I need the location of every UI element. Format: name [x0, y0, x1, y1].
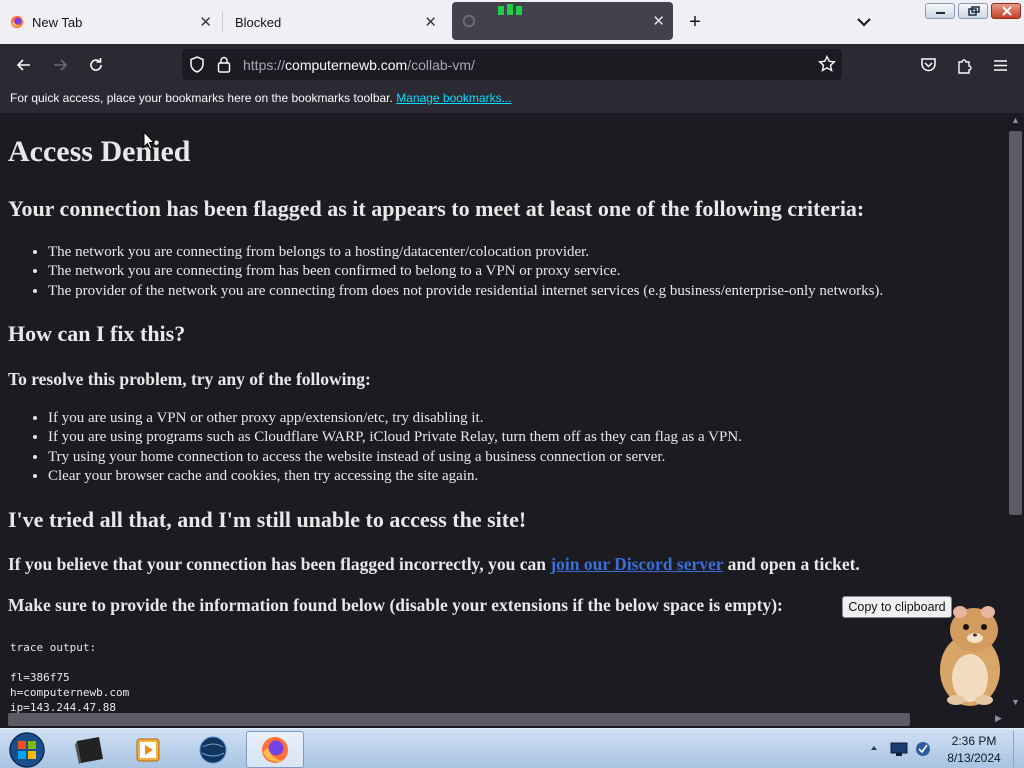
flagged-heading: Your connection has been flagged as it a… — [8, 196, 865, 221]
extensions-button[interactable] — [951, 52, 977, 78]
tab-new-tab[interactable]: New Tab ✕ — [0, 0, 220, 44]
chevron-down-icon[interactable] — [852, 10, 876, 34]
puzzle-piece-icon — [957, 58, 972, 74]
list-item: Clear your browser cache and cookies, th… — [48, 467, 742, 486]
globe-icon — [199, 736, 227, 763]
restore-button[interactable] — [958, 3, 988, 19]
new-tab-button[interactable]: + — [683, 10, 707, 34]
tab-blocked[interactable]: Blocked ✕ — [225, 0, 445, 44]
close-tab-icon[interactable]: ✕ — [199, 13, 212, 31]
connection-status-icon[interactable] — [914, 740, 932, 758]
horizontal-scroll-thumb[interactable] — [8, 713, 910, 726]
url-host: computernewb.com — [285, 57, 408, 73]
star-bookmark-icon[interactable] — [818, 55, 836, 73]
still-unable-heading: I've tried all that, and I'm still unabl… — [8, 507, 527, 532]
tab-loading-icon — [462, 14, 476, 28]
list-item: If you are using programs such as Cloudf… — [48, 428, 742, 447]
resolve-heading: To resolve this problem, try any of the … — [8, 369, 371, 389]
taskbar: 2:36 PM 8/13/2024 — [0, 728, 1024, 768]
url-text[interactable]: https://computernewb.com/collab-vm/ — [243, 57, 475, 73]
mouse-cursor-icon — [143, 131, 155, 150]
taskbar-app-firefox[interactable] — [246, 731, 304, 768]
criteria-list: The network you are connecting from belo… — [48, 243, 883, 301]
url-path: /collab-vm/ — [407, 57, 475, 73]
forward-button[interactable] — [47, 52, 73, 78]
clock-time[interactable]: 2:36 PM — [944, 734, 1004, 748]
reload-icon — [90, 58, 102, 71]
vertical-scroll-thumb[interactable] — [1009, 131, 1022, 515]
tab-title: New Tab — [32, 14, 83, 30]
hamster-image — [940, 606, 1000, 706]
url-bar[interactable]: https://computernewb.com/collab-vm/ — [182, 49, 842, 80]
close-tab-icon[interactable]: ✕ — [424, 13, 437, 31]
tab-active[interactable]: ✕ — [452, 2, 673, 40]
windows-start-orb-icon — [9, 731, 45, 768]
scroll-right-icon[interactable]: ▶ — [995, 713, 1002, 724]
list-item: If you are using a VPN or other proxy ap… — [48, 409, 742, 428]
hamburger-menu-icon — [993, 59, 1007, 71]
tab-title: Blocked — [235, 14, 282, 30]
discord-link[interactable]: join our Discord server — [550, 554, 723, 574]
scroll-down-icon[interactable]: ▼ — [1011, 697, 1020, 707]
network-monitor-icon[interactable] — [890, 741, 908, 757]
bookmarks-toolbar: For quick access, place your bookmarks h… — [0, 85, 1024, 113]
incorrect-flag-text: If you believe that your connection has … — [8, 554, 860, 575]
page-overlay-icon — [498, 4, 522, 15]
fix-heading: How can I fix this? — [8, 321, 186, 346]
taskbar-app-network[interactable] — [184, 731, 242, 768]
tab-separator — [222, 12, 223, 32]
list-item: The network you are connecting from has … — [48, 262, 883, 281]
tab-strip: New Tab ✕ Blocked ✕ ✕ + — [0, 0, 1024, 44]
shield-icon[interactable] — [189, 56, 205, 73]
taskbar-app-media-player[interactable] — [120, 731, 178, 768]
lock-icon[interactable] — [217, 56, 231, 73]
list-item: Try using your home connection to access… — [48, 448, 742, 467]
clock-date[interactable]: 8/13/2024 — [944, 751, 1004, 765]
app-menu-button[interactable] — [987, 52, 1013, 78]
close-tab-icon[interactable]: ✕ — [652, 12, 665, 30]
media-player-icon — [136, 738, 160, 761]
page-content: Access Denied Your connection has been f… — [0, 113, 1008, 713]
trace-line: h=computernewb.com — [10, 686, 130, 699]
scroll-up-icon[interactable]: ▲ — [1011, 115, 1020, 125]
back-button[interactable] — [11, 52, 37, 78]
url-scheme: https:// — [243, 57, 286, 73]
start-button[interactable] — [0, 731, 54, 768]
manage-bookmarks-link[interactable]: Manage bookmarks... — [396, 91, 511, 105]
trace-line: fl=386f75 — [10, 671, 70, 684]
incorrect-text-after: and open a ticket. — [723, 554, 860, 574]
pocket-button[interactable] — [915, 52, 941, 78]
show-desktop-button[interactable] — [1013, 731, 1024, 767]
close-window-button[interactable] — [991, 3, 1021, 19]
tray-expand-icon[interactable] — [869, 743, 879, 753]
list-item: The provider of the network you are conn… — [48, 282, 883, 301]
arrow-right-icon — [54, 59, 68, 71]
firefox-icon — [262, 736, 288, 763]
fixes-list: If you are using a VPN or other proxy ap… — [48, 409, 742, 486]
page-title: Access Denied — [8, 135, 191, 168]
reload-button[interactable] — [83, 52, 109, 78]
firefox-icon — [10, 15, 24, 29]
incorrect-text-before: If you believe that your connection has … — [8, 554, 551, 574]
arrow-left-icon — [16, 59, 30, 71]
navigation-toolbar: https://computernewb.com/collab-vm/ — [0, 44, 1024, 85]
trace-label: trace output: — [10, 641, 97, 654]
taskbar-app-terminal[interactable] — [60, 731, 118, 768]
pocket-icon — [920, 58, 936, 72]
info-text: Make sure to provide the information fou… — [8, 595, 783, 615]
terminal-icon — [75, 736, 103, 764]
bookmarks-hint-text: For quick access, place your bookmarks h… — [10, 91, 393, 105]
minimize-button[interactable] — [925, 3, 955, 19]
trace-output[interactable]: trace output: fl=386f75 h=computernewb.co… — [10, 640, 129, 713]
trace-line: ip=143.244.47.88 — [10, 701, 116, 713]
list-item: The network you are connecting from belo… — [48, 243, 883, 262]
